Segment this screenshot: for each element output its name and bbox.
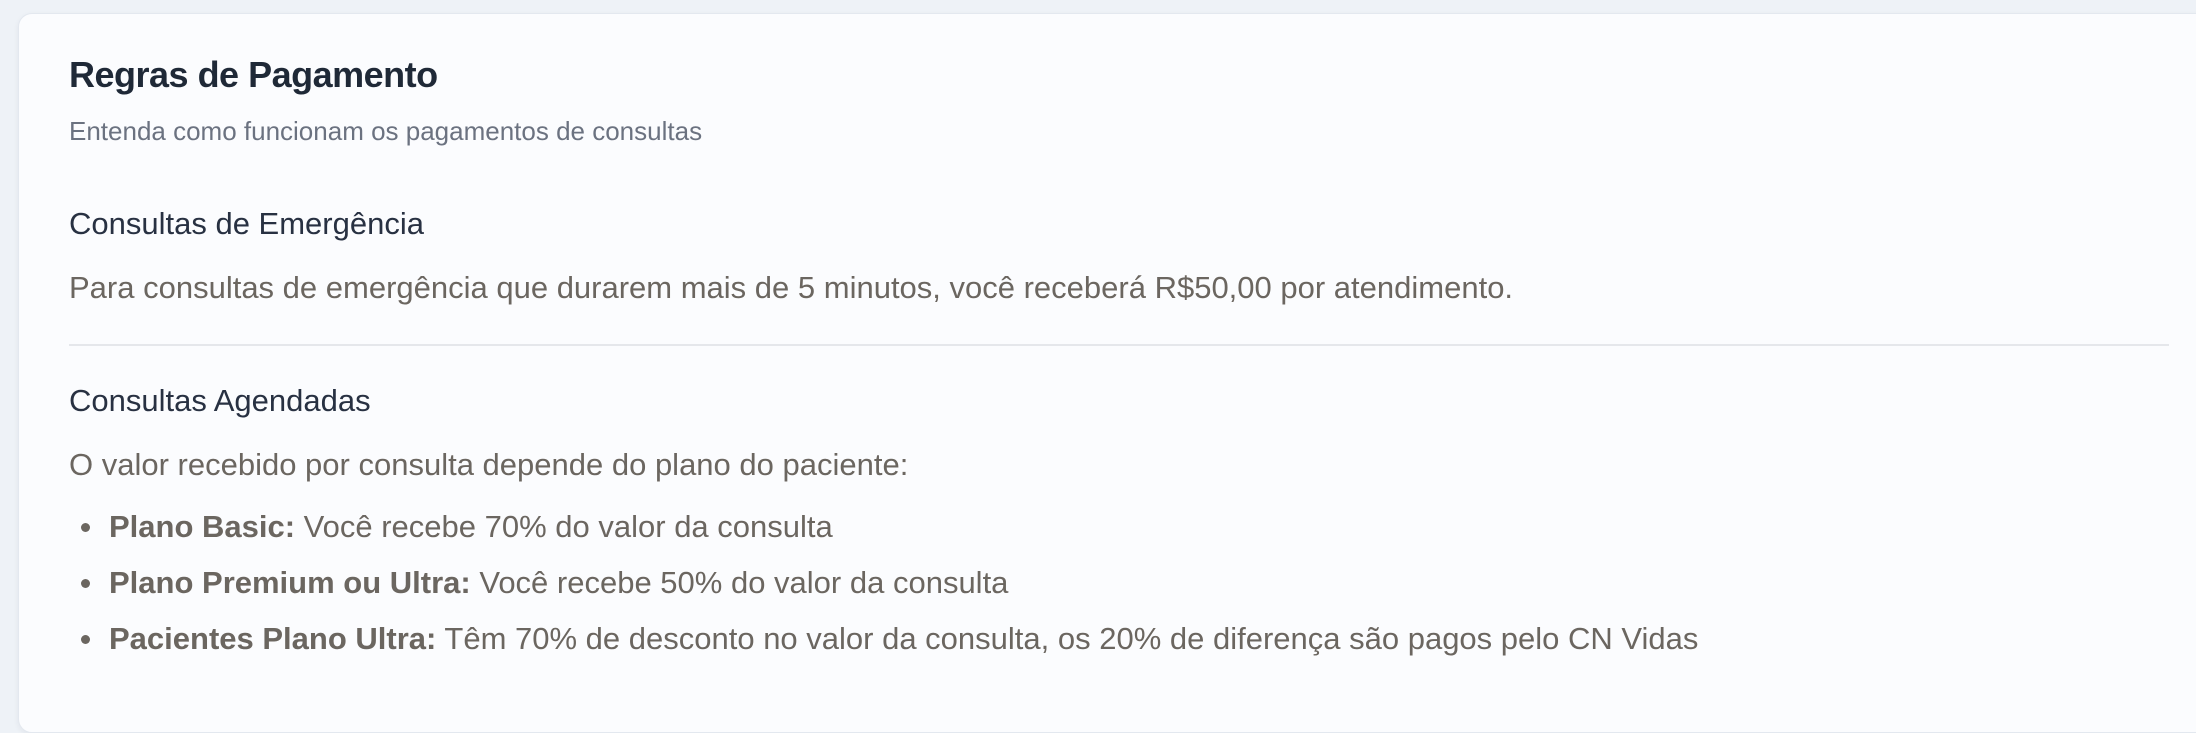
section-divider [69, 344, 2169, 346]
plan-rule-premium-ultra: Plano Premium ou Ultra: Você recebe 50% … [69, 562, 1698, 618]
plan-rule-label: Plano Basic: [109, 509, 296, 544]
plan-rule-label: Plano Premium ou Ultra: [109, 565, 471, 600]
bullet-icon [81, 523, 90, 532]
payment-rules-card: Regras de Pagamento Entenda como funcion… [18, 13, 2196, 733]
scheduled-section-intro: O valor recebido por consulta depende do… [69, 447, 909, 482]
plan-rule-ultra-patients: Pacientes Plano Ultra: Têm 70% de descon… [69, 618, 1698, 674]
card-title: Regras de Pagamento [69, 54, 438, 95]
scheduled-section-heading: Consultas Agendadas [69, 383, 371, 418]
card-subtitle: Entenda como funcionam os pagamentos de … [69, 116, 703, 146]
bullet-icon [81, 635, 90, 644]
plan-rule-text: Você recebe 50% do valor da consulta [470, 565, 1009, 600]
plan-rule-basic: Plano Basic: Você recebe 70% do valor da… [69, 506, 1698, 562]
emergency-section-heading: Consultas de Emergência [69, 206, 424, 241]
plan-rule-text: Você recebe 70% do valor da consulta [295, 509, 833, 544]
plan-rule-label: Pacientes Plano Ultra: [109, 621, 437, 656]
emergency-section-text: Para consultas de emergência que durarem… [69, 270, 1514, 305]
plan-rules-list: Plano Basic: Você recebe 70% do valor da… [69, 506, 1698, 674]
plan-rule-text: Têm 70% de desconto no valor da consulta… [436, 621, 1699, 656]
bullet-icon [81, 579, 90, 588]
